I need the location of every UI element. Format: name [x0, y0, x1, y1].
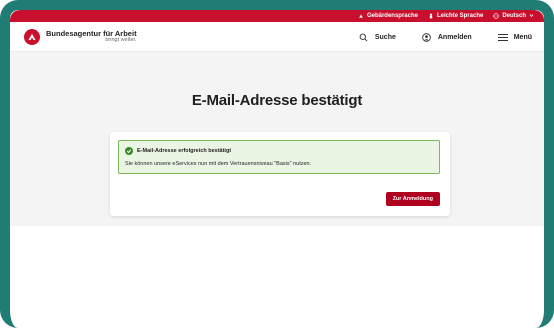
utility-item-easy-language[interactable]: Leichte Sprache: [428, 13, 483, 19]
browser-page: Gebärdensprache Leichte Sprache Deutsch: [10, 10, 544, 328]
empty-footer-area: [10, 226, 544, 328]
menu-label: Menü: [513, 33, 532, 41]
search-label: Suche: [374, 33, 396, 41]
search-button[interactable]: Suche: [359, 32, 396, 42]
ba-logo-icon: [24, 28, 40, 45]
alert-title: E-Mail-Adresse erfolgreich bestätigt: [137, 148, 232, 154]
menu-button[interactable]: Menü: [497, 32, 532, 42]
utility-bar: Gebärdensprache Leichte Sprache Deutsch: [10, 10, 544, 22]
logo-title: Bundesagentur für Arbeit: [46, 28, 137, 38]
alert-header: E-Mail-Adresse erfolgreich bestätigt: [125, 147, 231, 155]
utility-item-language[interactable]: Deutsch: [493, 13, 534, 20]
login-header-button[interactable]: Anmelden: [422, 32, 472, 42]
header-actions: Suche Anmelden Menü: [359, 22, 532, 52]
alert-text: Sie können unsere eServices nun mit dem …: [125, 161, 312, 167]
search-icon: [359, 32, 369, 42]
utility-label-language: Deutsch: [502, 13, 526, 19]
utility-item-sign-language[interactable]: Gebärdensprache: [358, 13, 418, 19]
menu-icon: [497, 32, 508, 42]
logo-link[interactable]: Bundesagentur für Arbeit bringt weiter.: [24, 28, 137, 45]
globe-icon: [493, 13, 500, 19]
screenshot-frame: Gebärdensprache Leichte Sprache Deutsch: [0, 0, 554, 328]
utility-label-sign-language: Gebärdensprache: [366, 13, 418, 19]
page-title: E-Mail-Adresse bestätigt: [191, 92, 363, 109]
site-header: Bundesagentur für Arbeit bringt weiter. …: [10, 22, 544, 52]
main-content: E-Mail-Adresse bestätigt E-Mail-Adresse …: [10, 52, 544, 226]
logo-subtitle: bringt weiter.: [105, 37, 137, 43]
user-icon: [422, 32, 432, 42]
success-alert: E-Mail-Adresse erfolgreich bestätigt Sie…: [118, 140, 440, 174]
chevron-down-icon: [529, 13, 534, 20]
to-login-button[interactable]: Zur Anmeldung: [385, 192, 440, 206]
confirmation-card: E-Mail-Adresse erfolgreich bestätigt Sie…: [110, 132, 450, 216]
login-header-label: Anmelden: [437, 33, 472, 41]
check-icon: [125, 147, 133, 155]
easy-language-icon: [428, 13, 434, 19]
sign-language-icon: [358, 13, 364, 19]
logo-text: Bundesagentur für Arbeit bringt weiter.: [46, 28, 137, 44]
utility-label-easy-language: Leichte Sprache: [436, 13, 484, 19]
